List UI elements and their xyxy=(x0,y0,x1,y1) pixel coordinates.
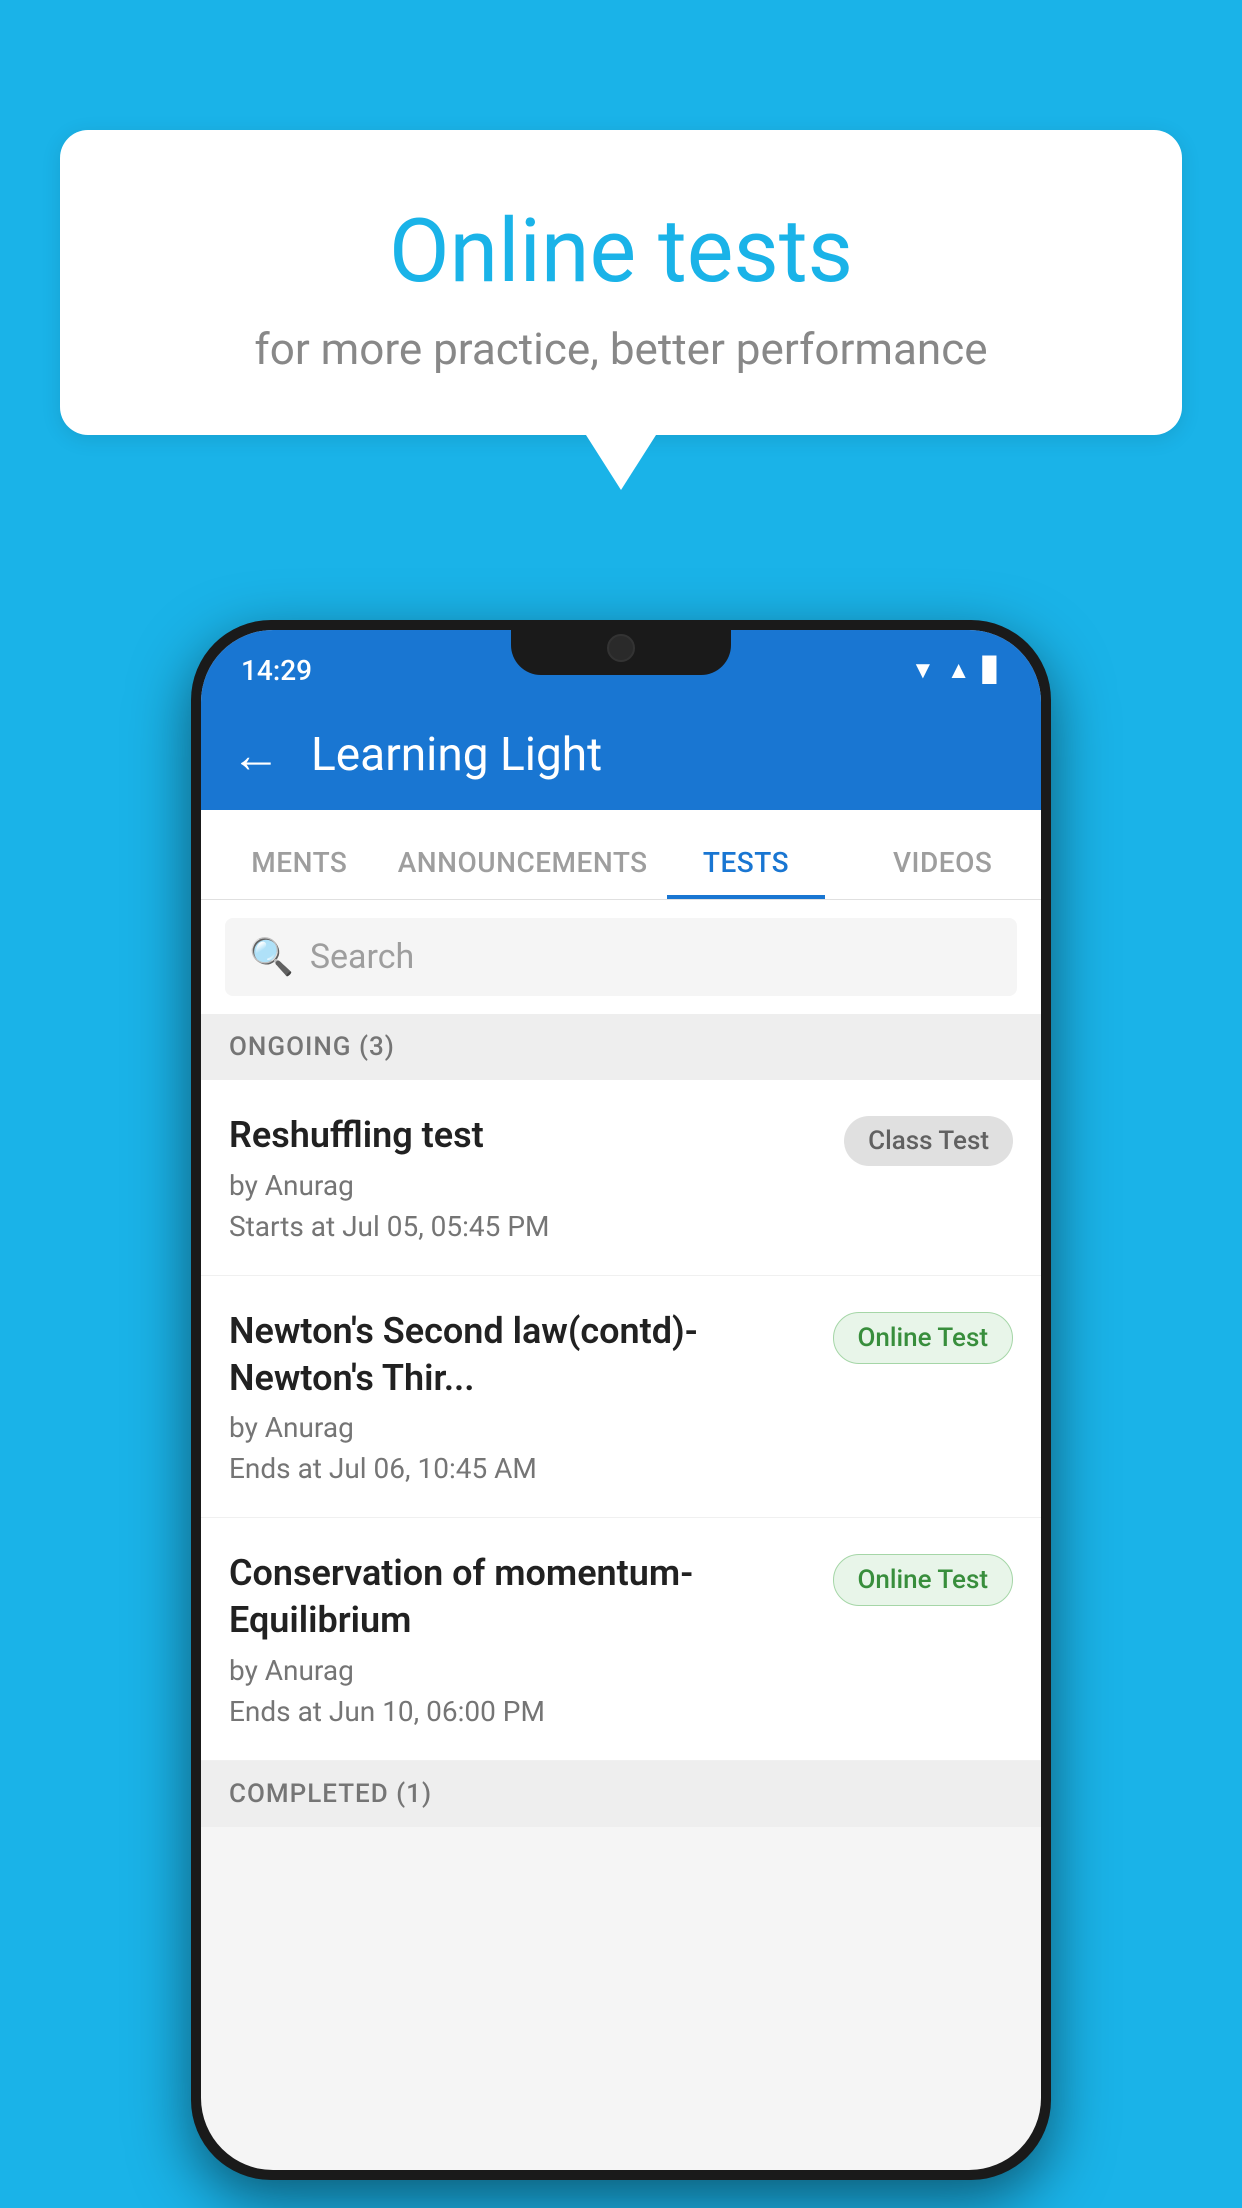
test-item-title: Newton's Second law(contd)-Newton's Thir… xyxy=(229,1308,813,1402)
test-item-date: Ends at Jul 06, 10:45 AM xyxy=(229,1452,813,1485)
test-item[interactable]: Newton's Second law(contd)-Newton's Thir… xyxy=(201,1276,1041,1519)
phone-frame: 14:29 ▼ ▲ ▊ ← Learning Light MENTS ANNOU… xyxy=(191,620,1051,2180)
app-title: Learning Light xyxy=(311,728,602,782)
bubble-title: Online tests xyxy=(140,200,1102,303)
test-item-content: Newton's Second law(contd)-Newton's Thir… xyxy=(229,1308,813,1486)
search-icon: 🔍 xyxy=(249,936,294,978)
test-item-content: Conservation of momentum-Equilibrium by … xyxy=(229,1550,813,1728)
bubble-tail xyxy=(586,435,656,490)
bubble-subtitle: for more practice, better performance xyxy=(140,323,1102,375)
app-bar: ← Learning Light xyxy=(201,700,1041,810)
wifi-icon: ▼ xyxy=(911,656,935,685)
signal-icon: ▲ xyxy=(947,656,971,685)
test-item[interactable]: Conservation of momentum-Equilibrium by … xyxy=(201,1518,1041,1761)
status-time: 14:29 xyxy=(241,654,312,687)
tab-tests[interactable]: TESTS xyxy=(648,846,845,899)
battery-icon: ▊ xyxy=(983,656,1001,684)
test-badge-online: Online Test xyxy=(833,1312,1014,1364)
test-item-author: by Anurag xyxy=(229,1654,813,1687)
ongoing-section-header: ONGOING (3) xyxy=(201,1014,1041,1080)
test-item-title: Reshuffling test xyxy=(229,1112,824,1159)
completed-section-header: COMPLETED (1) xyxy=(201,1761,1041,1827)
speech-bubble: Online tests for more practice, better p… xyxy=(60,130,1182,435)
test-item-author: by Anurag xyxy=(229,1411,813,1444)
test-item-content: Reshuffling test by Anurag Starts at Jul… xyxy=(229,1112,824,1243)
test-badge-class: Class Test xyxy=(844,1116,1013,1166)
test-item-date: Starts at Jul 05, 05:45 PM xyxy=(229,1210,824,1243)
status-icons: ▼ ▲ ▊ xyxy=(911,656,1001,685)
tab-ments[interactable]: MENTS xyxy=(201,846,398,899)
test-item-date: Ends at Jun 10, 06:00 PM xyxy=(229,1695,813,1728)
phone-notch xyxy=(511,620,731,675)
test-item-author: by Anurag xyxy=(229,1169,824,1202)
test-item-title: Conservation of momentum-Equilibrium xyxy=(229,1550,813,1644)
search-container: 🔍 Search xyxy=(201,900,1041,1014)
search-placeholder: Search xyxy=(310,937,414,977)
phone-screen: 14:29 ▼ ▲ ▊ ← Learning Light MENTS ANNOU… xyxy=(201,630,1041,2170)
promo-section: Online tests for more practice, better p… xyxy=(60,130,1182,490)
tab-videos[interactable]: VIDEOS xyxy=(844,846,1041,899)
tab-bar: MENTS ANNOUNCEMENTS TESTS VIDEOS xyxy=(201,810,1041,900)
search-box[interactable]: 🔍 Search xyxy=(225,918,1017,996)
back-button[interactable]: ← xyxy=(231,726,281,785)
phone-camera xyxy=(607,634,635,662)
test-item[interactable]: Reshuffling test by Anurag Starts at Jul… xyxy=(201,1080,1041,1276)
phone-mockup: 14:29 ▼ ▲ ▊ ← Learning Light MENTS ANNOU… xyxy=(191,620,1051,2180)
tab-announcements[interactable]: ANNOUNCEMENTS xyxy=(398,846,648,899)
test-list: Reshuffling test by Anurag Starts at Jul… xyxy=(201,1080,1041,1761)
test-badge-online-2: Online Test xyxy=(833,1554,1014,1606)
